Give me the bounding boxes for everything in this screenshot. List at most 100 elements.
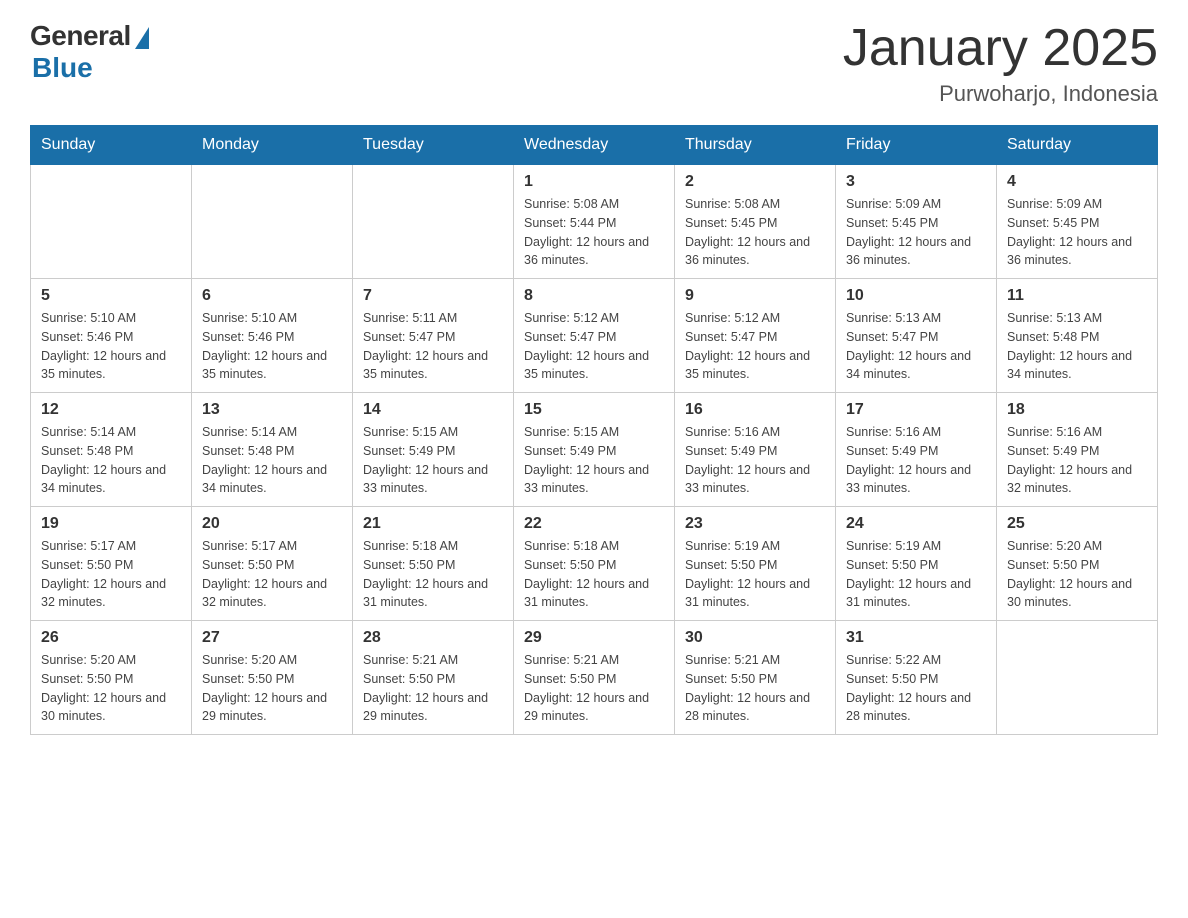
day-info: Sunrise: 5:21 AMSunset: 5:50 PMDaylight:… <box>363 651 503 726</box>
day-cell: 2 Sunrise: 5:08 AMSunset: 5:45 PMDaylight… <box>675 165 836 279</box>
week-row-2: 5 Sunrise: 5:10 AMSunset: 5:46 PMDaylight… <box>31 279 1158 393</box>
day-cell <box>192 165 353 279</box>
day-info: Sunrise: 5:13 AMSunset: 5:47 PMDaylight:… <box>846 309 986 384</box>
day-info: Sunrise: 5:18 AMSunset: 5:50 PMDaylight:… <box>524 537 664 612</box>
day-cell: 30 Sunrise: 5:21 AMSunset: 5:50 PMDayligh… <box>675 621 836 735</box>
week-row-4: 19 Sunrise: 5:17 AMSunset: 5:50 PMDayligh… <box>31 507 1158 621</box>
day-info: Sunrise: 5:19 AMSunset: 5:50 PMDaylight:… <box>685 537 825 612</box>
header-cell-wednesday: Wednesday <box>514 126 675 165</box>
day-number: 29 <box>524 629 664 647</box>
day-info: Sunrise: 5:17 AMSunset: 5:50 PMDaylight:… <box>202 537 342 612</box>
day-cell: 25 Sunrise: 5:20 AMSunset: 5:50 PMDayligh… <box>997 507 1158 621</box>
day-info: Sunrise: 5:08 AMSunset: 5:44 PMDaylight:… <box>524 195 664 270</box>
day-cell: 13Sunrise: 5:14 AMSunset: 5:48 PMDayligh… <box>192 393 353 507</box>
day-cell: 10Sunrise: 5:13 AMSunset: 5:47 PMDayligh… <box>836 279 997 393</box>
day-cell <box>353 165 514 279</box>
day-number: 23 <box>685 515 825 533</box>
day-number: 2 <box>685 173 825 191</box>
day-number: 21 <box>363 515 503 533</box>
day-number: 6 <box>202 287 342 305</box>
day-cell: 29 Sunrise: 5:21 AMSunset: 5:50 PMDayligh… <box>514 621 675 735</box>
day-cell: 27 Sunrise: 5:20 AMSunset: 5:50 PMDayligh… <box>192 621 353 735</box>
day-number: 12 <box>41 401 181 419</box>
calendar-header: SundayMondayTuesdayWednesdayThursdayFrid… <box>31 126 1158 165</box>
location-text: Purwoharjo, Indonesia <box>843 81 1158 107</box>
day-cell: 28 Sunrise: 5:21 AMSunset: 5:50 PMDayligh… <box>353 621 514 735</box>
day-cell: 16 Sunrise: 5:16 AMSunset: 5:49 PMDayligh… <box>675 393 836 507</box>
day-cell: 23 Sunrise: 5:19 AMSunset: 5:50 PMDayligh… <box>675 507 836 621</box>
month-title: January 2025 <box>843 20 1158 77</box>
header-cell-sunday: Sunday <box>31 126 192 165</box>
day-info: Sunrise: 5:15 AMSunset: 5:49 PMDaylight:… <box>363 423 503 498</box>
day-info: Sunrise: 5:22 AMSunset: 5:50 PMDaylight:… <box>846 651 986 726</box>
header-cell-saturday: Saturday <box>997 126 1158 165</box>
day-info: Sunrise: 5:21 AMSunset: 5:50 PMDaylight:… <box>524 651 664 726</box>
day-number: 9 <box>685 287 825 305</box>
day-cell: 31Sunrise: 5:22 AMSunset: 5:50 PMDayligh… <box>836 621 997 735</box>
day-info: Sunrise: 5:18 AMSunset: 5:50 PMDaylight:… <box>363 537 503 612</box>
day-info: Sunrise: 5:12 AMSunset: 5:47 PMDaylight:… <box>524 309 664 384</box>
day-number: 19 <box>41 515 181 533</box>
day-number: 16 <box>685 401 825 419</box>
day-cell: 24Sunrise: 5:19 AMSunset: 5:50 PMDayligh… <box>836 507 997 621</box>
day-info: Sunrise: 5:17 AMSunset: 5:50 PMDaylight:… <box>41 537 181 612</box>
day-info: Sunrise: 5:14 AMSunset: 5:48 PMDaylight:… <box>41 423 181 498</box>
day-cell: 7Sunrise: 5:11 AMSunset: 5:47 PMDaylight… <box>353 279 514 393</box>
day-cell: 6Sunrise: 5:10 AMSunset: 5:46 PMDaylight… <box>192 279 353 393</box>
day-number: 3 <box>846 173 986 191</box>
day-info: Sunrise: 5:09 AMSunset: 5:45 PMDaylight:… <box>1007 195 1147 270</box>
day-info: Sunrise: 5:20 AMSunset: 5:50 PMDaylight:… <box>1007 537 1147 612</box>
day-cell: 15 Sunrise: 5:15 AMSunset: 5:49 PMDayligh… <box>514 393 675 507</box>
logo: General Blue <box>30 20 149 84</box>
day-number: 28 <box>363 629 503 647</box>
day-number: 14 <box>363 401 503 419</box>
week-row-1: 1Sunrise: 5:08 AMSunset: 5:44 PMDaylight… <box>31 165 1158 279</box>
day-cell: 4 Sunrise: 5:09 AMSunset: 5:45 PMDaylight… <box>997 165 1158 279</box>
day-info: Sunrise: 5:13 AMSunset: 5:48 PMDaylight:… <box>1007 309 1147 384</box>
day-number: 11 <box>1007 287 1147 305</box>
day-info: Sunrise: 5:16 AMSunset: 5:49 PMDaylight:… <box>685 423 825 498</box>
day-cell: 9 Sunrise: 5:12 AMSunset: 5:47 PMDaylight… <box>675 279 836 393</box>
day-cell: 19 Sunrise: 5:17 AMSunset: 5:50 PMDayligh… <box>31 507 192 621</box>
day-number: 18 <box>1007 401 1147 419</box>
day-cell: 3 Sunrise: 5:09 AMSunset: 5:45 PMDaylight… <box>836 165 997 279</box>
day-info: Sunrise: 5:10 AMSunset: 5:46 PMDaylight:… <box>41 309 181 384</box>
day-cell <box>997 621 1158 735</box>
day-info: Sunrise: 5:11 AMSunset: 5:47 PMDaylight:… <box>363 309 503 384</box>
week-row-3: 12 Sunrise: 5:14 AMSunset: 5:48 PMDayligh… <box>31 393 1158 507</box>
day-info: Sunrise: 5:21 AMSunset: 5:50 PMDaylight:… <box>685 651 825 726</box>
day-number: 22 <box>524 515 664 533</box>
day-cell: 20Sunrise: 5:17 AMSunset: 5:50 PMDayligh… <box>192 507 353 621</box>
week-row-5: 26 Sunrise: 5:20 AMSunset: 5:50 PMDayligh… <box>31 621 1158 735</box>
day-number: 15 <box>524 401 664 419</box>
header-cell-friday: Friday <box>836 126 997 165</box>
day-number: 25 <box>1007 515 1147 533</box>
header-row: SundayMondayTuesdayWednesdayThursdayFrid… <box>31 126 1158 165</box>
day-number: 4 <box>1007 173 1147 191</box>
day-info: Sunrise: 5:09 AMSunset: 5:45 PMDaylight:… <box>846 195 986 270</box>
header-cell-tuesday: Tuesday <box>353 126 514 165</box>
day-cell: 8Sunrise: 5:12 AMSunset: 5:47 PMDaylight… <box>514 279 675 393</box>
day-info: Sunrise: 5:12 AMSunset: 5:47 PMDaylight:… <box>685 309 825 384</box>
day-number: 27 <box>202 629 342 647</box>
day-info: Sunrise: 5:08 AMSunset: 5:45 PMDaylight:… <box>685 195 825 270</box>
day-number: 26 <box>41 629 181 647</box>
day-cell: 12 Sunrise: 5:14 AMSunset: 5:48 PMDayligh… <box>31 393 192 507</box>
day-info: Sunrise: 5:16 AMSunset: 5:49 PMDaylight:… <box>1007 423 1147 498</box>
title-section: January 2025 Purwoharjo, Indonesia <box>843 20 1158 107</box>
day-cell: 22 Sunrise: 5:18 AMSunset: 5:50 PMDayligh… <box>514 507 675 621</box>
day-cell: 11 Sunrise: 5:13 AMSunset: 5:48 PMDayligh… <box>997 279 1158 393</box>
day-number: 30 <box>685 629 825 647</box>
calendar-table: SundayMondayTuesdayWednesdayThursdayFrid… <box>30 125 1158 735</box>
day-number: 5 <box>41 287 181 305</box>
day-info: Sunrise: 5:15 AMSunset: 5:49 PMDaylight:… <box>524 423 664 498</box>
logo-general-text: General <box>30 20 131 52</box>
day-cell: 17Sunrise: 5:16 AMSunset: 5:49 PMDayligh… <box>836 393 997 507</box>
calendar-body: 1Sunrise: 5:08 AMSunset: 5:44 PMDaylight… <box>31 165 1158 735</box>
day-info: Sunrise: 5:20 AMSunset: 5:50 PMDaylight:… <box>41 651 181 726</box>
day-cell: 1Sunrise: 5:08 AMSunset: 5:44 PMDaylight… <box>514 165 675 279</box>
day-number: 24 <box>846 515 986 533</box>
day-cell: 5 Sunrise: 5:10 AMSunset: 5:46 PMDaylight… <box>31 279 192 393</box>
day-number: 17 <box>846 401 986 419</box>
day-info: Sunrise: 5:20 AMSunset: 5:50 PMDaylight:… <box>202 651 342 726</box>
